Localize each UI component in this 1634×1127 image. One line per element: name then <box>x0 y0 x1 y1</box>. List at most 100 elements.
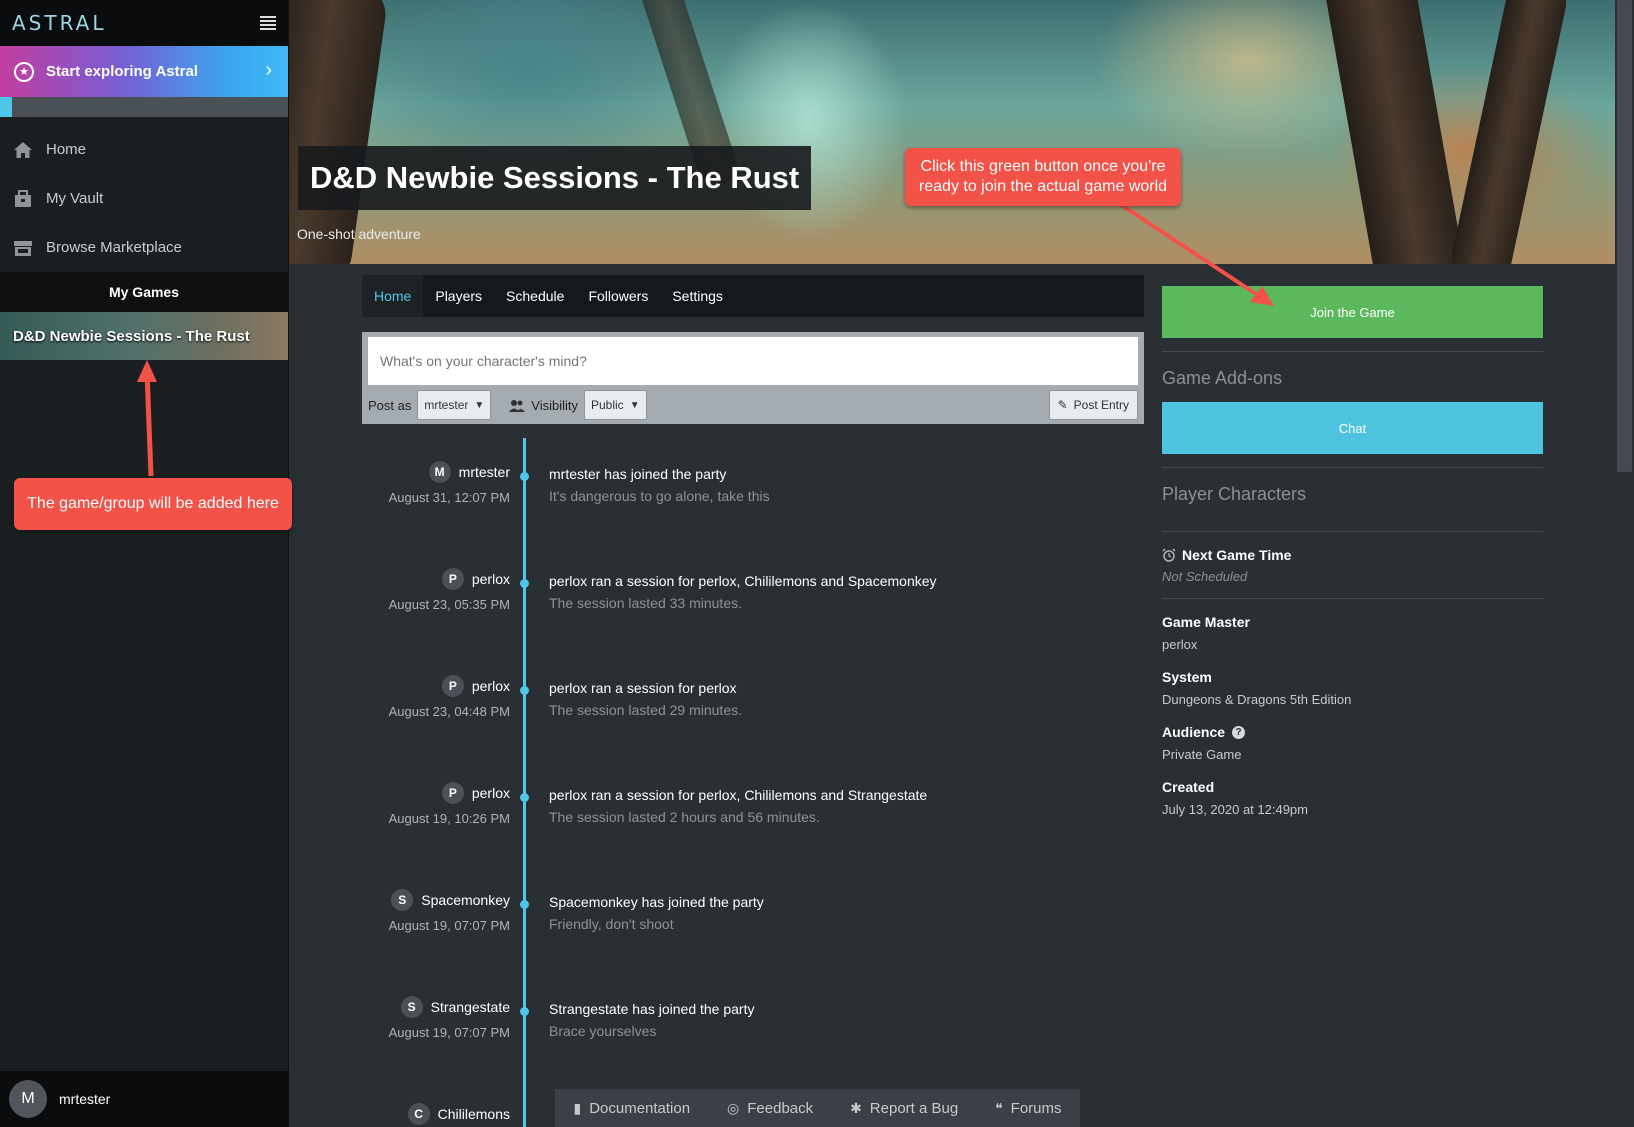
report-bug-link[interactable]: ✱ Report a Bug <box>850 1100 958 1117</box>
current-user-bar[interactable]: M mrtester <box>0 1071 289 1127</box>
footer-link-label: Feedback <box>747 1099 814 1117</box>
tab-players[interactable]: Players <box>423 275 494 317</box>
visibility-value: Public <box>591 398 624 412</box>
created-label: Created <box>1162 779 1215 795</box>
entry-date: August 19, 07:07 PM <box>388 1025 510 1040</box>
documentation-link[interactable]: ▮ Documentation <box>573 1100 690 1117</box>
chevron-down-icon: ▼ <box>474 399 485 411</box>
avatar: S <box>391 889 414 911</box>
vault-icon <box>13 189 33 209</box>
start-exploring-button[interactable]: ★ Start exploring Astral › <box>0 46 288 97</box>
game-master-value[interactable]: perlox <box>1162 637 1543 652</box>
post-input[interactable] <box>368 337 1138 385</box>
sidebar-annotation: The game/group will be added here <box>14 478 292 530</box>
avatar: P <box>441 568 464 590</box>
visibility-label: Visibility <box>531 397 578 413</box>
sidebar-item-home[interactable]: Home <box>0 125 288 174</box>
divider <box>1162 351 1543 352</box>
entry-title: perlox ran a session for perlox <box>549 680 737 696</box>
timeline-dot <box>520 579 529 588</box>
my-games-heading: My Games <box>0 272 288 312</box>
book-icon: ▮ <box>573 1099 582 1116</box>
sidebar-game-label: D&D Newbie Sessions - The Rust <box>13 327 250 345</box>
home-icon <box>13 140 33 160</box>
timeline-dot <box>520 1007 529 1016</box>
game-addons-heading: Game Add-ons <box>1162 368 1283 388</box>
timeline-entry: Pperlox August 19, 10:26 PM perlox ran a … <box>362 781 1144 861</box>
bug-icon: ✱ <box>850 1099 862 1116</box>
system-value: Dungeons & Dragons 5th Edition <box>1162 692 1352 707</box>
alarm-clock-icon <box>1162 548 1176 562</box>
timeline-entry: Mmrtester August 31, 12:07 PM mrtester ha… <box>362 460 1144 540</box>
entry-date: August 23, 04:48 PM <box>388 704 510 719</box>
entry-title: mrtester has joined the party <box>549 466 727 482</box>
entry-title: Strangestate has joined the party <box>549 1001 755 1017</box>
sidebar-item-browse-marketplace[interactable]: Browse Marketplace <box>0 223 288 272</box>
join-annotation: Click this green button once you're read… <box>905 148 1181 206</box>
avatar: P <box>441 782 464 804</box>
divider <box>1162 531 1543 532</box>
visibility-icon <box>509 399 526 412</box>
post-entry-button[interactable]: ✎ Post Entry <box>1048 390 1138 420</box>
entry-detail: It's dangerous to go alone, take this <box>549 488 770 504</box>
tab-settings[interactable]: Settings <box>660 275 735 317</box>
page-title-box: D&D Newbie Sessions - The Rust <box>298 146 812 210</box>
explore-progress-fill <box>0 97 12 117</box>
feedback-link[interactable]: ◎ Feedback <box>727 1100 813 1117</box>
entry-detail: The session lasted 33 minutes. <box>549 595 742 611</box>
entry-user[interactable]: Chililemons <box>438 1106 510 1122</box>
footer-link-label: Report a Bug <box>869 1099 959 1117</box>
avatar: S <box>400 996 423 1018</box>
post-as-value: mrtester <box>424 398 469 412</box>
hamburger-menu-icon[interactable] <box>260 16 276 30</box>
help-icon[interactable]: ? <box>1232 725 1246 739</box>
timeline-entry: S Spacemonkey August 19, 07:07 PM Spacemon… <box>362 888 1144 968</box>
chevron-down-icon: ▼ <box>629 399 640 411</box>
entry-user[interactable]: perlox <box>472 785 510 801</box>
entry-user[interactable]: Strangestate <box>431 999 510 1015</box>
sidebar-game-tile[interactable]: D&D Newbie Sessions - The Rust <box>0 312 288 360</box>
game-master-label: Game Master <box>1162 614 1250 630</box>
timeline-dot <box>520 793 529 802</box>
next-game-row: Next Game Time <box>1162 547 1543 563</box>
sidebar-item-label: Browse Marketplace <box>46 239 182 256</box>
post-as-select[interactable]: mrtester ▼ <box>417 390 492 420</box>
avatar: M <box>428 461 451 483</box>
timeline-entry: Pperlox August 23, 05:35 PM perlox ran a … <box>362 567 1144 647</box>
entry-title: perlox ran a session for perlox, Chilile… <box>549 787 928 803</box>
timeline-entry: Pperlox August 23, 04:48 PM perlox ran a … <box>362 674 1144 754</box>
entry-detail: The session lasted 2 hours and 56 minute… <box>549 809 820 825</box>
tab-followers[interactable]: Followers <box>576 275 660 317</box>
timeline-dot <box>520 472 529 481</box>
tab-home[interactable]: Home <box>362 275 424 317</box>
tab-schedule[interactable]: Schedule <box>494 275 576 317</box>
entry-user[interactable]: perlox <box>472 678 510 694</box>
sidebar-nav: Home My Vault Browse Marketplace <box>0 117 288 272</box>
logo-bar: ASTRAL <box>0 0 288 46</box>
footer-link-label: Forums <box>1010 1099 1062 1117</box>
footer-link-label: Documentation <box>589 1099 691 1117</box>
entry-title: Spacemonkey has joined the party <box>549 894 764 910</box>
sidebar-item-label: Home <box>46 141 87 158</box>
join-game-button[interactable]: Join the Game <box>1162 286 1543 338</box>
chat-button[interactable]: Chat <box>1162 402 1543 454</box>
pencil-icon: ✎ <box>1057 398 1068 412</box>
entry-user[interactable]: mrtester <box>459 464 510 480</box>
timeline-dot <box>520 686 529 695</box>
entry-user[interactable]: Spacemonkey <box>421 892 510 908</box>
timeline-entry: S Strangestate August 19, 07:07 PM Strange… <box>362 995 1144 1075</box>
avatar: P <box>441 675 464 697</box>
entry-date: August 19, 07:07 PM <box>388 918 510 933</box>
audience-label: Audience <box>1162 724 1226 740</box>
entry-user[interactable]: perlox <box>472 571 510 587</box>
app-root: ASTRAL ★ Start exploring Astral › Home M… <box>0 0 1634 1127</box>
visibility-select[interactable]: Public ▼ <box>584 390 647 420</box>
feedback-icon: ◎ <box>727 1099 740 1116</box>
page-scrollbar-thumb[interactable] <box>1617 0 1632 472</box>
forums-link[interactable]: ❝ Forums <box>995 1100 1061 1117</box>
sidebar: ASTRAL ★ Start exploring Astral › Home M… <box>0 0 289 1127</box>
page-title: D&D Newbie Sessions - The Rust <box>310 160 800 195</box>
sidebar-item-my-vault[interactable]: My Vault <box>0 174 288 223</box>
current-user-name: mrtester <box>59 1091 111 1107</box>
astral-logo[interactable]: ASTRAL <box>12 11 107 35</box>
